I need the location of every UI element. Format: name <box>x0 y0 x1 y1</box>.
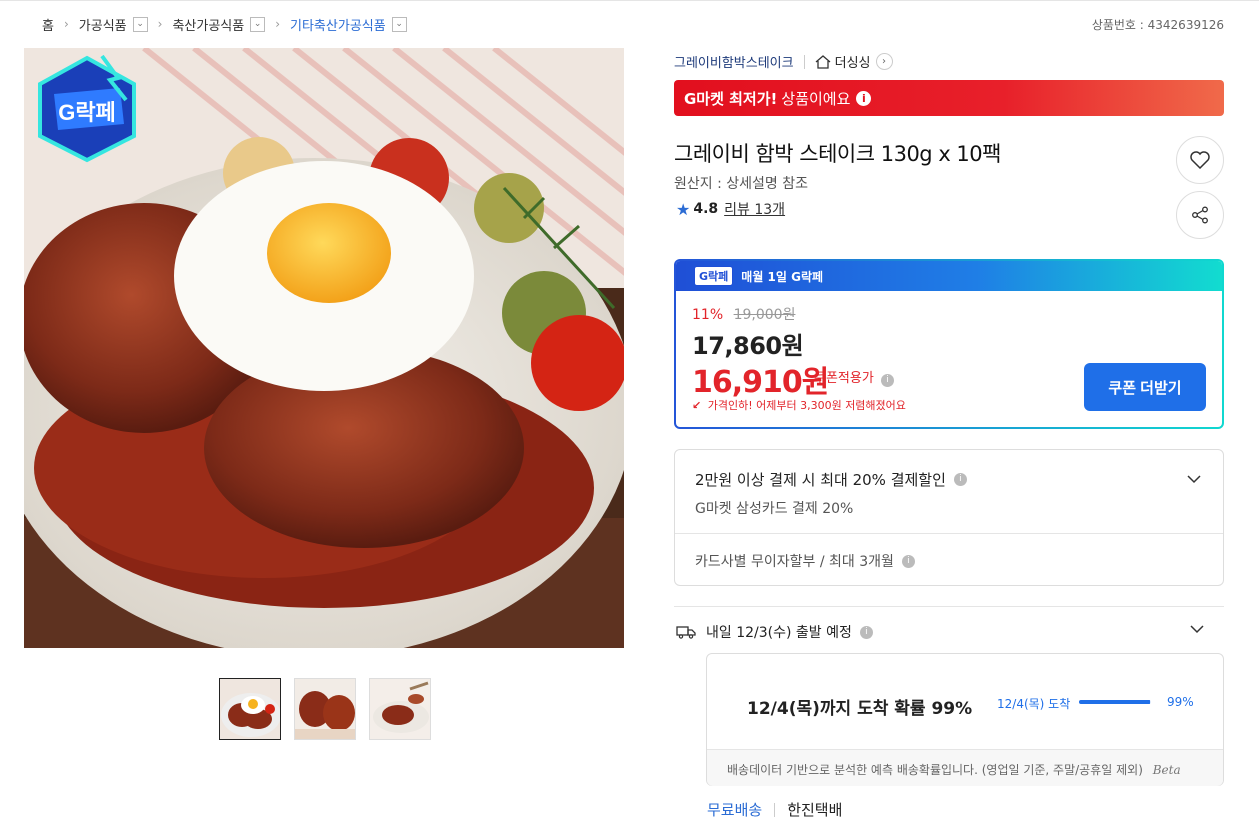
truck-icon <box>676 626 696 639</box>
card-benefit-subtitle: G마켓 삼성카드 결제 20% <box>695 501 854 517</box>
g-badge: G락페 <box>694 266 734 286</box>
heart-icon <box>1190 151 1210 169</box>
chevron-down-icon[interactable]: ⌄ <box>250 16 266 32</box>
free-shipping: 무료배송 <box>707 801 763 819</box>
chevron-down-icon[interactable] <box>1188 622 1206 636</box>
store-name: 더싱싱 <box>834 56 871 71</box>
store-link[interactable]: 더싱싱 › <box>815 52 893 71</box>
price-box-header-text: 매월 1일 G락페 <box>741 269 824 284</box>
star-icon: ★ <box>676 199 691 219</box>
carrier: 한진택배 <box>787 801 843 819</box>
rating: ★ 4.8 리뷰 13개 <box>676 199 785 219</box>
get-coupon-button[interactable]: 쿠폰 더받기 <box>1084 363 1206 411</box>
lowest-price-banner: G마켓 최저가! 상품이에요 i <box>674 80 1224 116</box>
top-divider <box>0 0 1259 1</box>
product-number: 상품번호 : 4342639126 <box>1091 18 1224 32</box>
home-icon <box>815 54 831 69</box>
price-box: G락페 매월 1일 G락페 11% 19,000원 17,860원 16,910… <box>674 259 1224 429</box>
breadcrumb-level1[interactable]: 가공식품 <box>79 15 127 34</box>
sale-price: 17,860원 <box>692 332 804 360</box>
price-drop-notice: ↙ 가격인하! 어제부터 3,300원 저렴해졌어요 <box>692 397 906 413</box>
divider <box>803 54 805 69</box>
chevron-down-icon[interactable] <box>1187 472 1201 486</box>
probability-title: 12/4(목)까지 도착 확률 99% <box>747 699 973 719</box>
chevron-down-icon[interactable]: ⌄ <box>391 16 407 32</box>
product-origin: 원산지 : 상세설명 참조 <box>674 176 808 192</box>
chevron-right-icon: › <box>157 17 163 31</box>
info-icon[interactable]: i <box>856 90 872 106</box>
breadcrumb-home[interactable]: 홈 <box>42 15 54 34</box>
share-icon <box>1192 206 1208 224</box>
chevron-right-icon: › <box>275 17 281 31</box>
breadcrumb-level3[interactable]: 기타축산가공식품 <box>290 15 386 34</box>
coupon-label-text: 쿠폰적용가 <box>814 371 874 386</box>
info-icon[interactable]: i <box>953 473 967 486</box>
probability-note: 배송데이터 기반으로 분석한 예측 배송확률입니다. (영업일 기준, 주말/공… <box>707 749 1223 786</box>
main-product-image: G락페 <box>24 48 624 648</box>
thumbnail-3[interactable] <box>369 678 431 740</box>
brand-link[interactable]: 그레이비함박스테이크 <box>674 52 794 71</box>
price-box-header: G락페 매월 1일 G락페 <box>676 261 1222 291</box>
review-link[interactable]: 리뷰 13개 <box>724 199 785 219</box>
divider <box>674 606 1224 607</box>
promo-bold: G마켓 최저가! <box>684 89 778 108</box>
info-icon[interactable]: i <box>901 554 915 568</box>
original-price: 19,000원 <box>733 307 796 323</box>
info-icon[interactable]: i <box>880 374 894 387</box>
delivery-info: 무료배송 한진택배 <box>707 799 842 820</box>
chevron-right-icon: › <box>875 53 893 70</box>
probability-bar-fill <box>1079 700 1151 704</box>
shipping-departure: 내일 12/3(수) 출발 예정 i <box>676 622 873 642</box>
coupon-price: 16,910원 <box>692 365 829 400</box>
card-benefit-box: 2만원 이상 결제 시 최대 20% 결제할인 i G마켓 삼성카드 결제 20… <box>674 449 1224 586</box>
info-icon[interactable]: i <box>859 625 873 639</box>
probability-percent: 99% <box>1167 695 1194 709</box>
installment-text: 카드사별 무이자할부 / 최대 3개월 <box>695 554 894 570</box>
departure-text: 내일 12/3(수) 출발 예정 <box>706 625 852 641</box>
divider <box>774 802 776 817</box>
badge-text: G락페 <box>58 100 116 125</box>
coupon-label: 쿠폰적용가 i <box>814 367 894 387</box>
card-benefit-title: 2만원 이상 결제 시 최대 20% 결제할인 i <box>695 469 967 490</box>
g-lockfest-badge: G락페 <box>38 54 136 163</box>
probability-note-text: 배송데이터 기반으로 분석한 예측 배송확률입니다. (영업일 기준, 주말/공… <box>727 763 1143 777</box>
delivery-probability-box: 12/4(목)까지 도착 확률 99% 12/4(목) 도착 99% 배송데이터… <box>706 653 1224 786</box>
chevron-right-icon: › <box>63 17 69 31</box>
probability-bar <box>1079 700 1151 704</box>
arrow-down-icon: ↙ <box>692 399 702 412</box>
probability-label: 12/4(목) 도착 <box>997 697 1071 711</box>
breadcrumb: 홈 › 가공식품 ⌄ › 축산가공식품 ⌄ › 기타축산가공식품 ⌄ <box>42 14 407 34</box>
divider <box>675 533 1223 534</box>
thumbnail-1[interactable] <box>219 678 281 740</box>
discount-percent: 11% <box>692 307 724 323</box>
beta-label: Beta <box>1152 763 1181 777</box>
share-button[interactable] <box>1176 191 1224 239</box>
rating-score: 4.8 <box>693 201 719 217</box>
thumbnail-2[interactable] <box>294 678 356 740</box>
installment-info: 카드사별 무이자할부 / 최대 3개월 i <box>695 551 915 571</box>
wishlist-button[interactable] <box>1176 136 1224 184</box>
brand-row: 그레이비함박스테이크 더싱싱 › <box>674 52 893 71</box>
price-drop-text: 가격인하! 어제부터 3,300원 저렴해졌어요 <box>707 399 906 412</box>
promo-text: 상품이에요 <box>781 89 851 108</box>
card-benefit-title-text: 2만원 이상 결제 시 최대 20% 결제할인 <box>695 471 946 489</box>
probability-summary: 12/4(목)까지 도착 확률 99% 12/4(목) 도착 99% <box>707 654 1223 749</box>
product-title: 그레이비 함박 스테이크 130g x 10팩 <box>674 142 1001 166</box>
chevron-down-icon[interactable]: ⌄ <box>132 16 148 32</box>
discount-row: 11% 19,000원 <box>692 304 795 324</box>
breadcrumb-level2[interactable]: 축산가공식품 <box>172 15 244 34</box>
thumbnail-list <box>219 678 431 740</box>
